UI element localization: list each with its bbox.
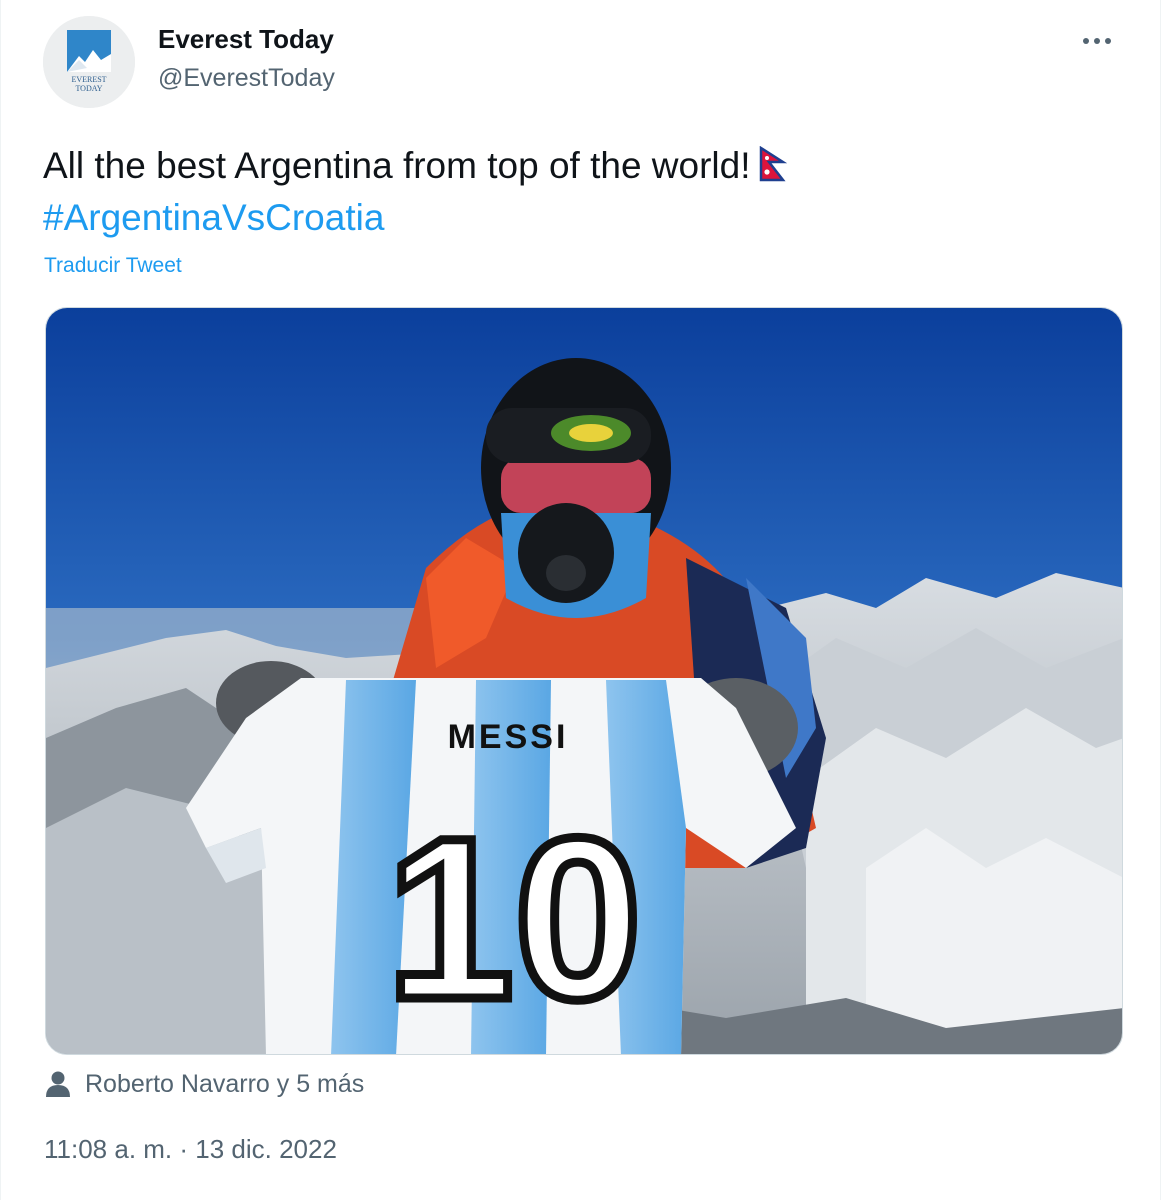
nepal-flag-icon: [759, 146, 787, 182]
tweet-text: All the best Argentina from top of the w…: [43, 140, 1103, 244]
summit-photo: MESSI 10: [46, 308, 1122, 1054]
tweet-timestamp[interactable]: 11:08 a. m. · 13 dic. 2022: [44, 1134, 337, 1165]
everest-today-logo: EVERESTTODAY: [43, 16, 135, 108]
tweet-photo[interactable]: MESSI 10: [45, 307, 1123, 1055]
logo-text-line: EVEREST: [71, 75, 106, 84]
author-name[interactable]: Everest Today: [158, 24, 334, 55]
avatar[interactable]: EVEREST TODAY: [43, 16, 135, 108]
tweet-card: EVEREST TODAY Everest Today @EverestToday…: [0, 0, 1161, 1200]
author-handle[interactable]: @EverestToday: [158, 64, 335, 93]
hashtag-link[interactable]: #ArgentinaVsCroatia: [43, 197, 384, 238]
logo-text-line: TODAY: [75, 84, 102, 93]
jersey-name-text: MESSI: [448, 718, 569, 756]
tagged-people-label: Roberto Navarro y 5 más: [85, 1069, 365, 1098]
person-icon: [45, 1070, 71, 1098]
tagged-people[interactable]: Roberto Navarro y 5 más: [45, 1066, 364, 1102]
more-horizontal-icon: [1083, 38, 1111, 44]
jersey-number-text: 10: [386, 790, 642, 1047]
tweet-text-body: All the best Argentina from top of the w…: [43, 145, 751, 186]
more-options-button[interactable]: [1074, 18, 1120, 64]
translate-tweet-link[interactable]: Traducir Tweet: [44, 254, 182, 278]
